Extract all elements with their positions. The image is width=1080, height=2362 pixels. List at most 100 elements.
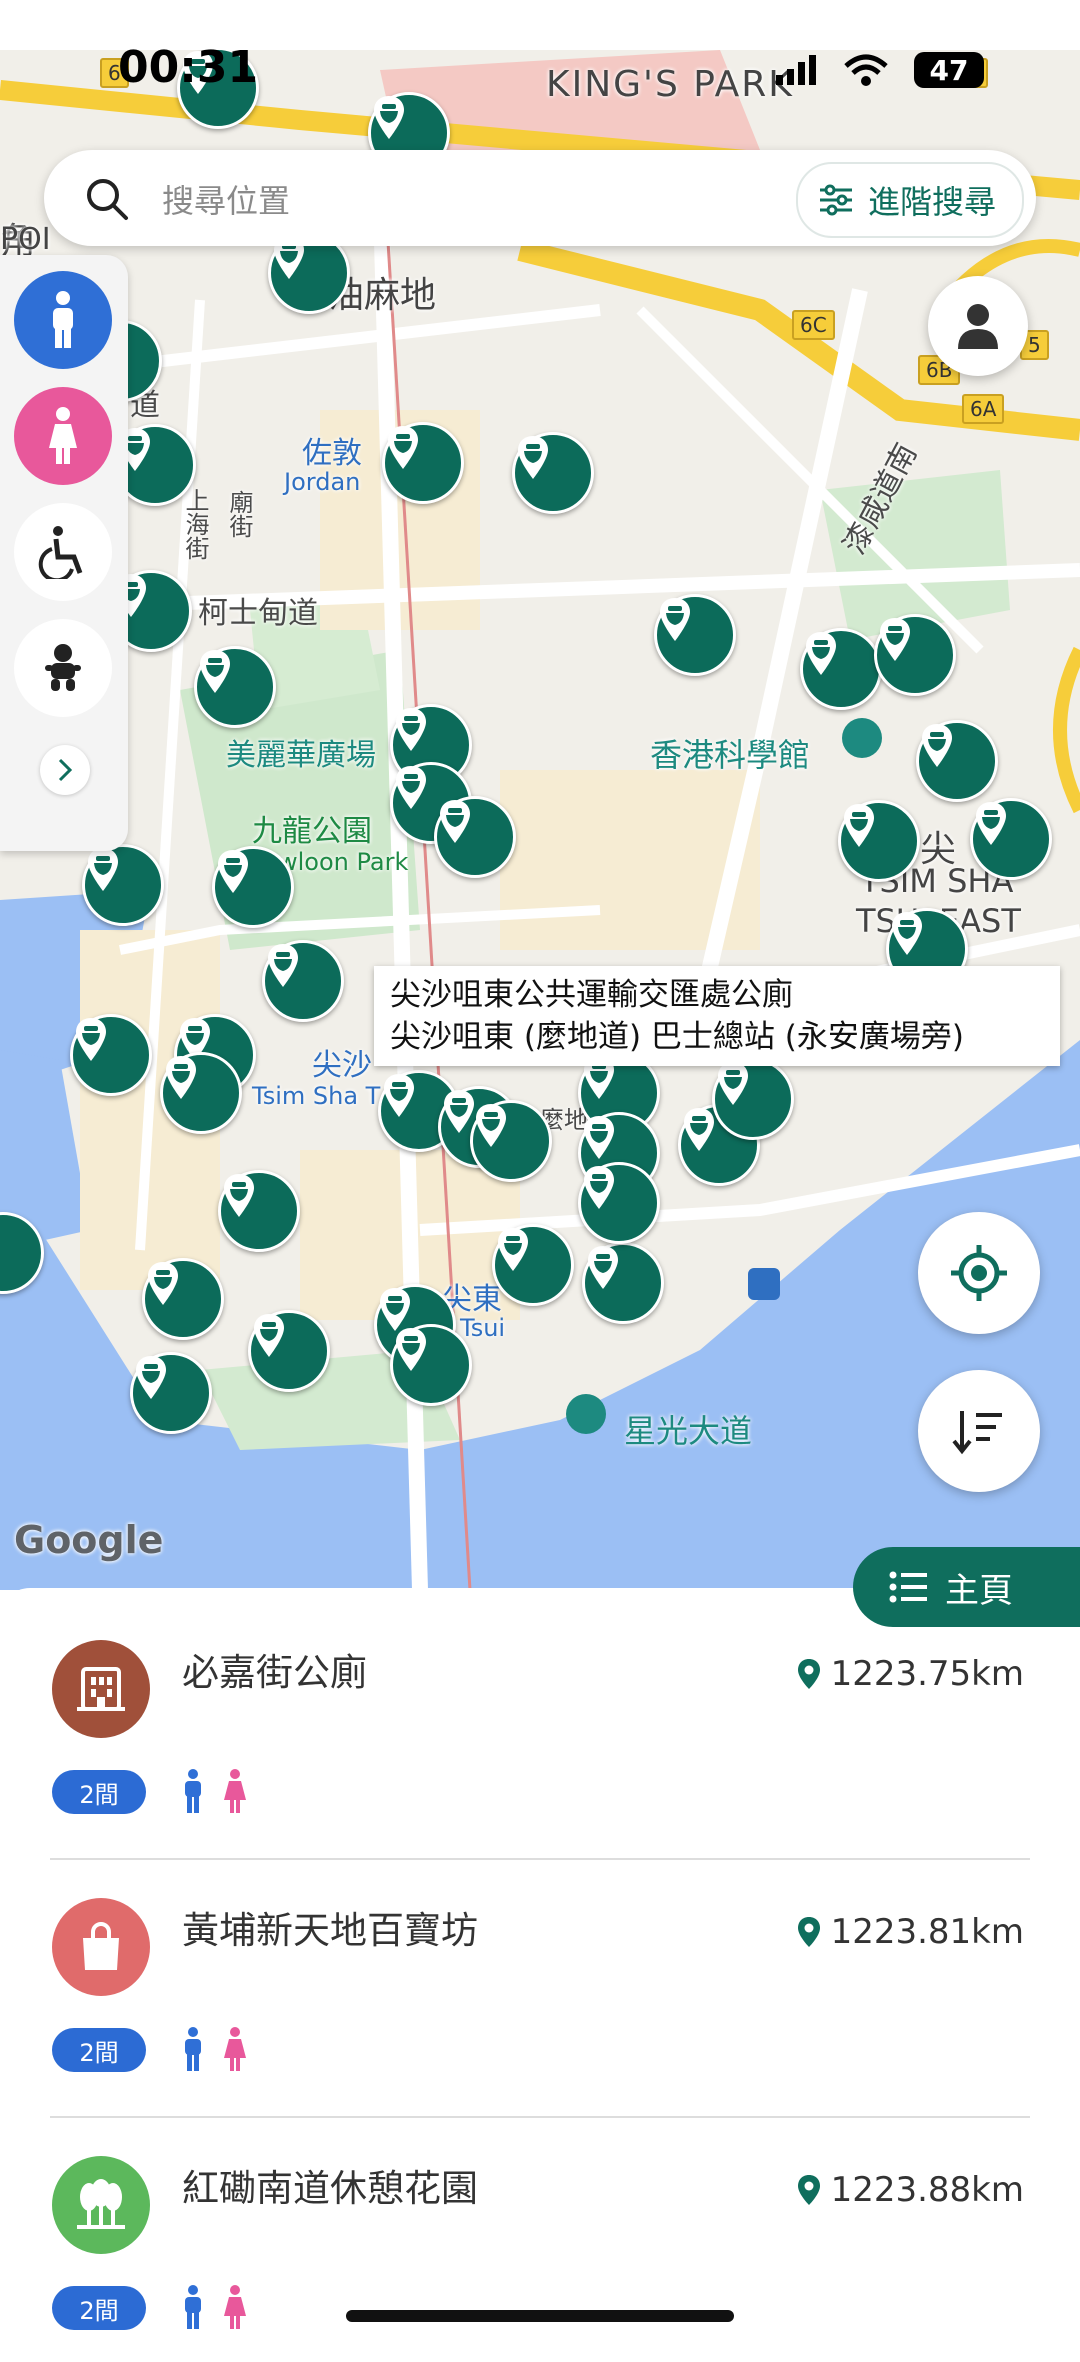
search-input[interactable]: 搜尋位置 — [162, 176, 290, 222]
sliders-icon — [819, 184, 852, 216]
list-item[interactable]: 紅磡南道休憩花園 1223.88km 2間 — [0, 2104, 1080, 2362]
chevron-right-icon — [58, 758, 73, 782]
toilet-pin[interactable] — [970, 798, 1052, 880]
toilet-pin[interactable] — [712, 1058, 794, 1140]
crosshair-location-icon — [951, 1245, 1007, 1301]
toilet-pin[interactable] — [212, 846, 294, 928]
toilet-marker-icon — [374, 96, 404, 139]
toilet-marker-icon — [660, 598, 690, 641]
female-icon — [224, 2285, 246, 2329]
map-label: 星光大道 — [624, 1412, 753, 1450]
toilet-marker-icon — [148, 1262, 178, 1305]
distance: 1223.81km — [797, 1912, 1024, 1952]
expand-filters-button[interactable] — [40, 745, 90, 795]
toilet-marker-icon — [396, 1328, 426, 1371]
male-icon — [53, 291, 73, 348]
male-icon — [185, 1769, 201, 1813]
toilet-marker-icon — [440, 800, 470, 843]
toilet-marker-icon — [0, 1215, 1, 1261]
my-location-button[interactable] — [918, 1212, 1040, 1334]
park-trees-icon — [52, 2156, 150, 2254]
room-count-badge: 2間 — [52, 2286, 146, 2330]
advanced-search-button[interactable]: 進階搜尋 — [795, 162, 1024, 238]
filter-panel — [0, 255, 128, 851]
toilet-marker-icon — [88, 848, 118, 891]
tooltip-subtitle: 尖沙咀東 (麼地道) 巴士總站 (永安廣場旁) — [390, 1019, 964, 1055]
home-tab[interactable]: 主頁 — [853, 1547, 1080, 1627]
battery-level: 47 — [929, 53, 969, 87]
toilet-pin[interactable] — [470, 1100, 552, 1182]
toilet-pin[interactable] — [434, 796, 516, 878]
toilet-pin[interactable] — [492, 1224, 574, 1306]
toilet-pin[interactable] — [512, 432, 594, 514]
toilet-pin[interactable] — [262, 940, 344, 1022]
toilet-name: 必嘉街公廁 — [182, 1651, 367, 1694]
toilet-marker-icon — [684, 1108, 714, 1151]
shopping-bag-icon — [52, 1898, 150, 1996]
advanced-search-label: 進階搜尋 — [867, 183, 996, 221]
toilet-pin[interactable] — [582, 1242, 664, 1324]
map-view[interactable]: 6C 6B 6A 5 6 7A KING'S PARK 油麻地 佐敦 Jorda… — [0, 50, 1080, 1590]
room-count-badge: 2間 — [52, 2028, 146, 2072]
toilet-marker-icon — [976, 802, 1006, 845]
toilet-pin[interactable] — [382, 422, 464, 504]
baby-icon — [45, 644, 81, 691]
road-badge: 6A — [962, 394, 1005, 424]
toilet-pin[interactable] — [82, 844, 164, 926]
toilet-pin[interactable] — [248, 1310, 330, 1392]
toilet-pin[interactable] — [160, 1052, 242, 1134]
list-icon — [889, 1571, 927, 1603]
profile-button[interactable] — [928, 276, 1028, 376]
toilet-marker-icon — [218, 850, 248, 893]
baby-filter-button[interactable] — [14, 619, 112, 717]
toilet-pin[interactable] — [874, 614, 956, 696]
map-label: 九龍公園 — [252, 814, 372, 849]
female-filter-button[interactable] — [14, 387, 112, 485]
toilet-pin[interactable] — [142, 1258, 224, 1340]
toilet-marker-icon — [718, 1062, 748, 1105]
room-count-badge: 2間 — [52, 1770, 146, 1814]
toilet-pin[interactable] — [838, 800, 920, 882]
toilet-pin[interactable] — [578, 1162, 660, 1244]
toilet-name: 紅磡南道休憩花園 — [182, 2167, 478, 2210]
location-pin-icon — [797, 1659, 820, 1689]
location-pin-icon — [797, 2175, 820, 2205]
home-tab-label: 主頁 — [945, 1570, 1013, 1611]
map-label: Tsim Sha T — [252, 1082, 381, 1110]
sort-icon — [952, 1411, 1002, 1455]
list-item[interactable]: 黃埔新天地百寶坊 1223.81km 2間 — [0, 1846, 1080, 2104]
wheelchair-icon — [38, 526, 83, 579]
map-label: Tsui — [460, 1314, 506, 1342]
toilet-pin[interactable] — [218, 1170, 300, 1252]
sort-button[interactable] — [918, 1370, 1040, 1492]
toilet-pin[interactable] — [654, 594, 736, 676]
toilet-pin[interactable] — [130, 1352, 212, 1434]
toilet-marker-icon — [166, 1056, 196, 1099]
toilet-marker-icon — [806, 632, 836, 675]
toilet-marker-icon — [224, 1174, 254, 1217]
wifi-icon — [844, 54, 888, 86]
toilet-pin[interactable] — [800, 628, 882, 710]
toilet-marker-icon — [268, 944, 298, 987]
toilet-pin[interactable] — [916, 720, 998, 802]
distance-text: 1223.75km — [830, 1654, 1024, 1694]
map-label: 柯士甸道 — [198, 596, 318, 631]
distance-text: 1223.81km — [830, 1912, 1024, 1952]
map-label: 香港科學館 — [650, 736, 811, 774]
male-filter-button[interactable] — [14, 271, 112, 369]
toilet-pin[interactable] — [194, 646, 276, 728]
status-time: 00:31 — [118, 42, 259, 93]
search-bar[interactable]: 搜尋位置 進階搜尋 — [44, 150, 1036, 246]
toilet-pin[interactable] — [390, 1324, 472, 1406]
accessible-filter-button[interactable] — [14, 503, 112, 601]
map-tooltip: 尖沙咀東公共運輸交匯處公廁 尖沙咀東 (麼地道) 巴士總站 (永安廣場旁) — [374, 966, 1060, 1066]
female-icon — [224, 2027, 246, 2071]
toilet-pin[interactable] — [70, 1014, 152, 1096]
female-icon — [224, 1769, 246, 1813]
cellular-signal-icon — [776, 55, 816, 85]
toilet-marker-icon — [922, 724, 952, 767]
toilet-marker-icon — [880, 618, 910, 661]
toilet-marker-icon — [476, 1104, 506, 1147]
map-label: 佐敦 — [302, 436, 362, 471]
toilet-marker-icon — [76, 1018, 106, 1061]
